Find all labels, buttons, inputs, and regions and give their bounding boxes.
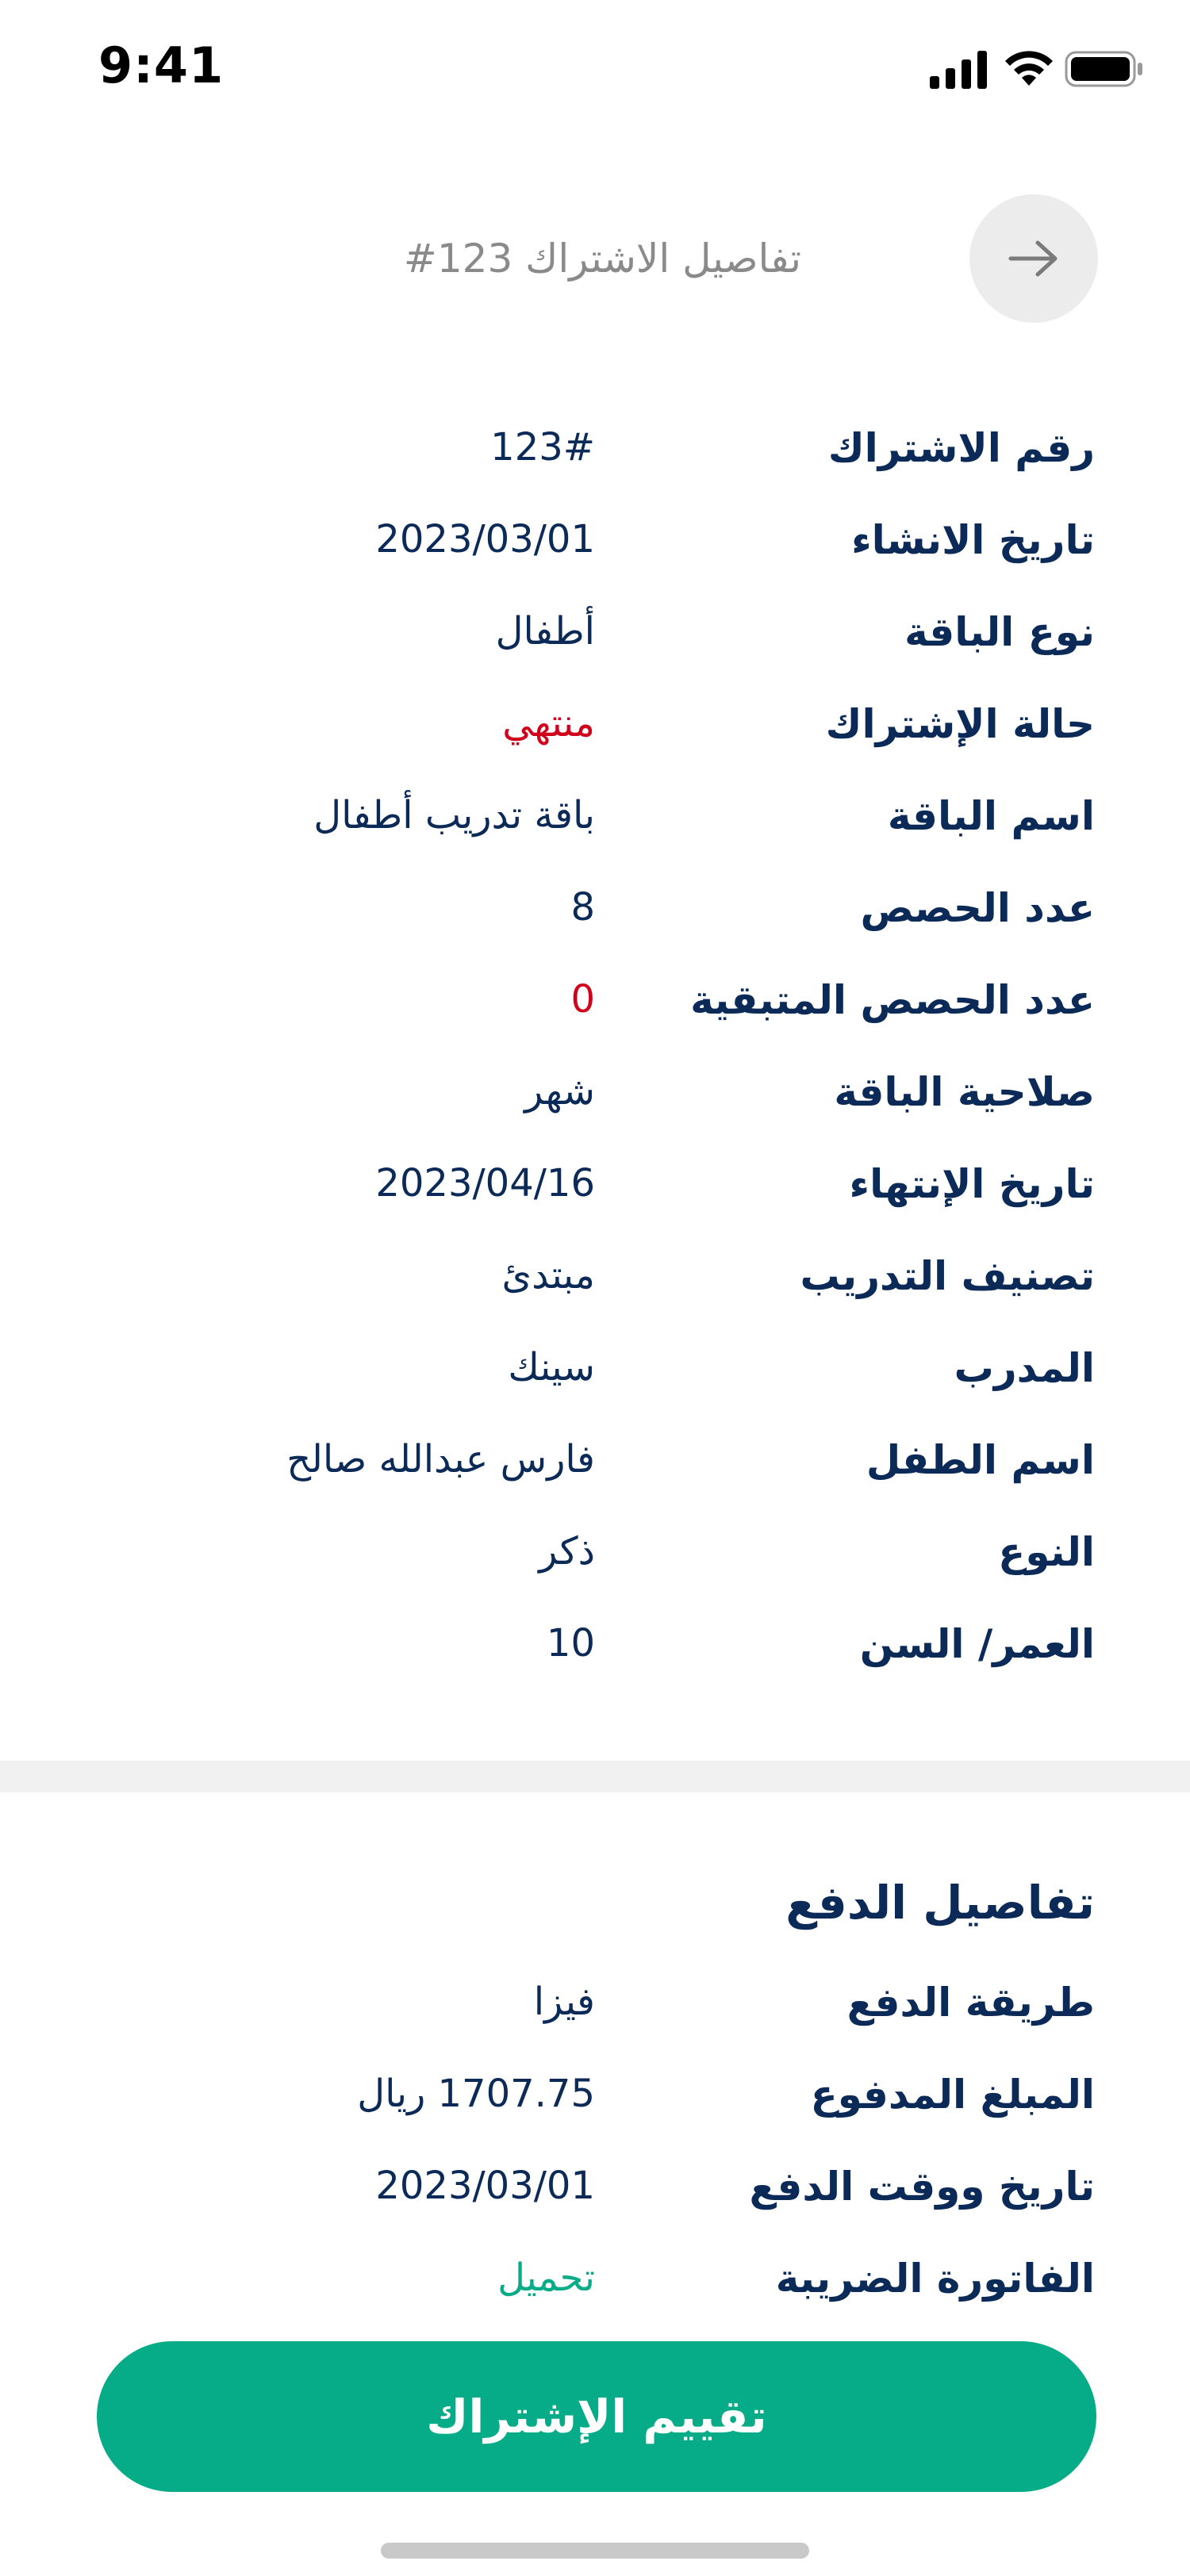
payment-row-amount: المبلغ المدفوع 1707.75 ريال — [0, 2059, 1190, 2146]
detail-value: 2023/03/01 — [375, 517, 595, 562]
status-icons — [928, 49, 1142, 89]
detail-row-end-date: تاريخ الإنتهاء 2023/04/16 — [0, 1148, 1190, 1236]
detail-row-package-type: نوع الباقة أطفال — [0, 596, 1190, 684]
detail-value: أطفال — [495, 609, 595, 654]
status-bar: 9:41 — [0, 0, 1190, 135]
detail-label: رقم الاشتراك — [827, 425, 1095, 471]
payment-section-title: تفاصيل الدفع — [785, 1876, 1095, 1930]
detail-label: اسم الطفل — [866, 1437, 1095, 1483]
payment-label: المبلغ المدفوع — [810, 2072, 1095, 2118]
detail-value: 123# — [490, 425, 595, 470]
detail-row-creation-date: تاريخ الانشاء 2023/03/01 — [0, 504, 1190, 592]
wifi-icon — [1005, 51, 1053, 86]
detail-value: 2023/04/16 — [375, 1161, 595, 1206]
payment-label: الفاتورة الضريبة — [775, 2256, 1095, 2302]
detail-label: اسم الباقة — [887, 793, 1095, 839]
payment-row-date: تاريخ ووقت الدفع 2023/03/01 — [0, 2151, 1190, 2238]
status-time: 9:41 — [98, 36, 225, 94]
payment-details-list: طريقة الدفع فيزا المبلغ المدفوع 1707.75 … — [0, 1967, 1190, 2316]
payment-value: فيزا — [533, 1980, 595, 2024]
detail-label: نوع الباقة — [904, 609, 1095, 655]
detail-label: تاريخ الإنتهاء — [849, 1161, 1095, 1207]
detail-row-package-validity: صلاحية الباقة شهر — [0, 1056, 1190, 1144]
detail-label: المدرب — [954, 1345, 1095, 1391]
detail-row-training-level: تصنيف التدريب مبتدئ — [0, 1240, 1190, 1328]
detail-label: عدد الحصص المتبقية — [690, 977, 1095, 1023]
detail-row-package-name: اسم الباقة باقة تدريب أطفال — [0, 780, 1190, 868]
detail-label: تاريخ الانشاء — [851, 517, 1095, 563]
home-indicator — [381, 2543, 809, 2559]
section-divider — [0, 1761, 1190, 1792]
detail-value: ذكر — [539, 1529, 595, 1574]
detail-row-sessions-count: عدد الحصص 8 — [0, 872, 1190, 960]
detail-value: 8 — [570, 885, 595, 930]
detail-row-child-name: اسم الطفل فارس عبدالله صالح — [0, 1424, 1190, 1512]
detail-value: سينك — [508, 1345, 595, 1390]
detail-value: مبتدئ — [501, 1253, 595, 1298]
rate-subscription-button[interactable]: تقييم الإشتراك — [97, 2341, 1096, 2492]
footer: تقييم الإشتراك — [0, 2316, 1190, 2576]
detail-value: باقة تدريب أطفال — [313, 793, 595, 838]
payment-value: 1707.75 ريال — [357, 2072, 595, 2116]
detail-row-remaining-sessions: عدد الحصص المتبقية 0 — [0, 964, 1190, 1052]
detail-value: فارس عبدالله صالح — [286, 1437, 595, 1482]
payment-row-method: طريقة الدفع فيزا — [0, 1967, 1190, 2054]
status-value: منتهي — [502, 701, 595, 746]
back-button[interactable] — [969, 194, 1098, 323]
detail-row-subscription-number: رقم الاشتراك 123# — [0, 412, 1190, 500]
cellular-signal-icon — [930, 51, 987, 89]
payment-label: طريقة الدفع — [846, 1980, 1095, 2026]
detail-label: صلاحية الباقة — [834, 1069, 1095, 1115]
payment-value: 2023/03/01 — [375, 2164, 595, 2208]
detail-row-subscription-status: حالة الإشتراك منتهي — [0, 688, 1190, 776]
detail-value: 10 — [546, 1621, 595, 1666]
detail-row-trainer: المدرب سينك — [0, 1332, 1190, 1420]
payment-label: تاريخ ووقت الدفع — [749, 2164, 1095, 2210]
detail-label: حالة الإشتراك — [825, 701, 1095, 747]
remaining-sessions-value: 0 — [570, 977, 595, 1022]
arrow-right-icon — [1008, 240, 1058, 277]
battery-icon — [1065, 51, 1142, 87]
page-header: تفاصيل الاشتراك 123# — [0, 194, 1190, 329]
detail-label: العمر/ السن — [859, 1621, 1095, 1667]
detail-row-gender: النوع ذكر — [0, 1516, 1190, 1604]
detail-label: النوع — [998, 1529, 1095, 1575]
detail-label: عدد الحصص — [860, 885, 1095, 931]
payment-row-invoice: الفاتورة الضريبة تحميل — [0, 2243, 1190, 2316]
detail-value: شهر — [524, 1069, 595, 1114]
detail-row-age: العمر/ السن 10 — [0, 1608, 1190, 1696]
download-invoice-link[interactable]: تحميل — [497, 2256, 595, 2300]
detail-label: تصنيف التدريب — [800, 1253, 1095, 1299]
page-title: تفاصيل الاشتراك 123# — [403, 236, 801, 282]
